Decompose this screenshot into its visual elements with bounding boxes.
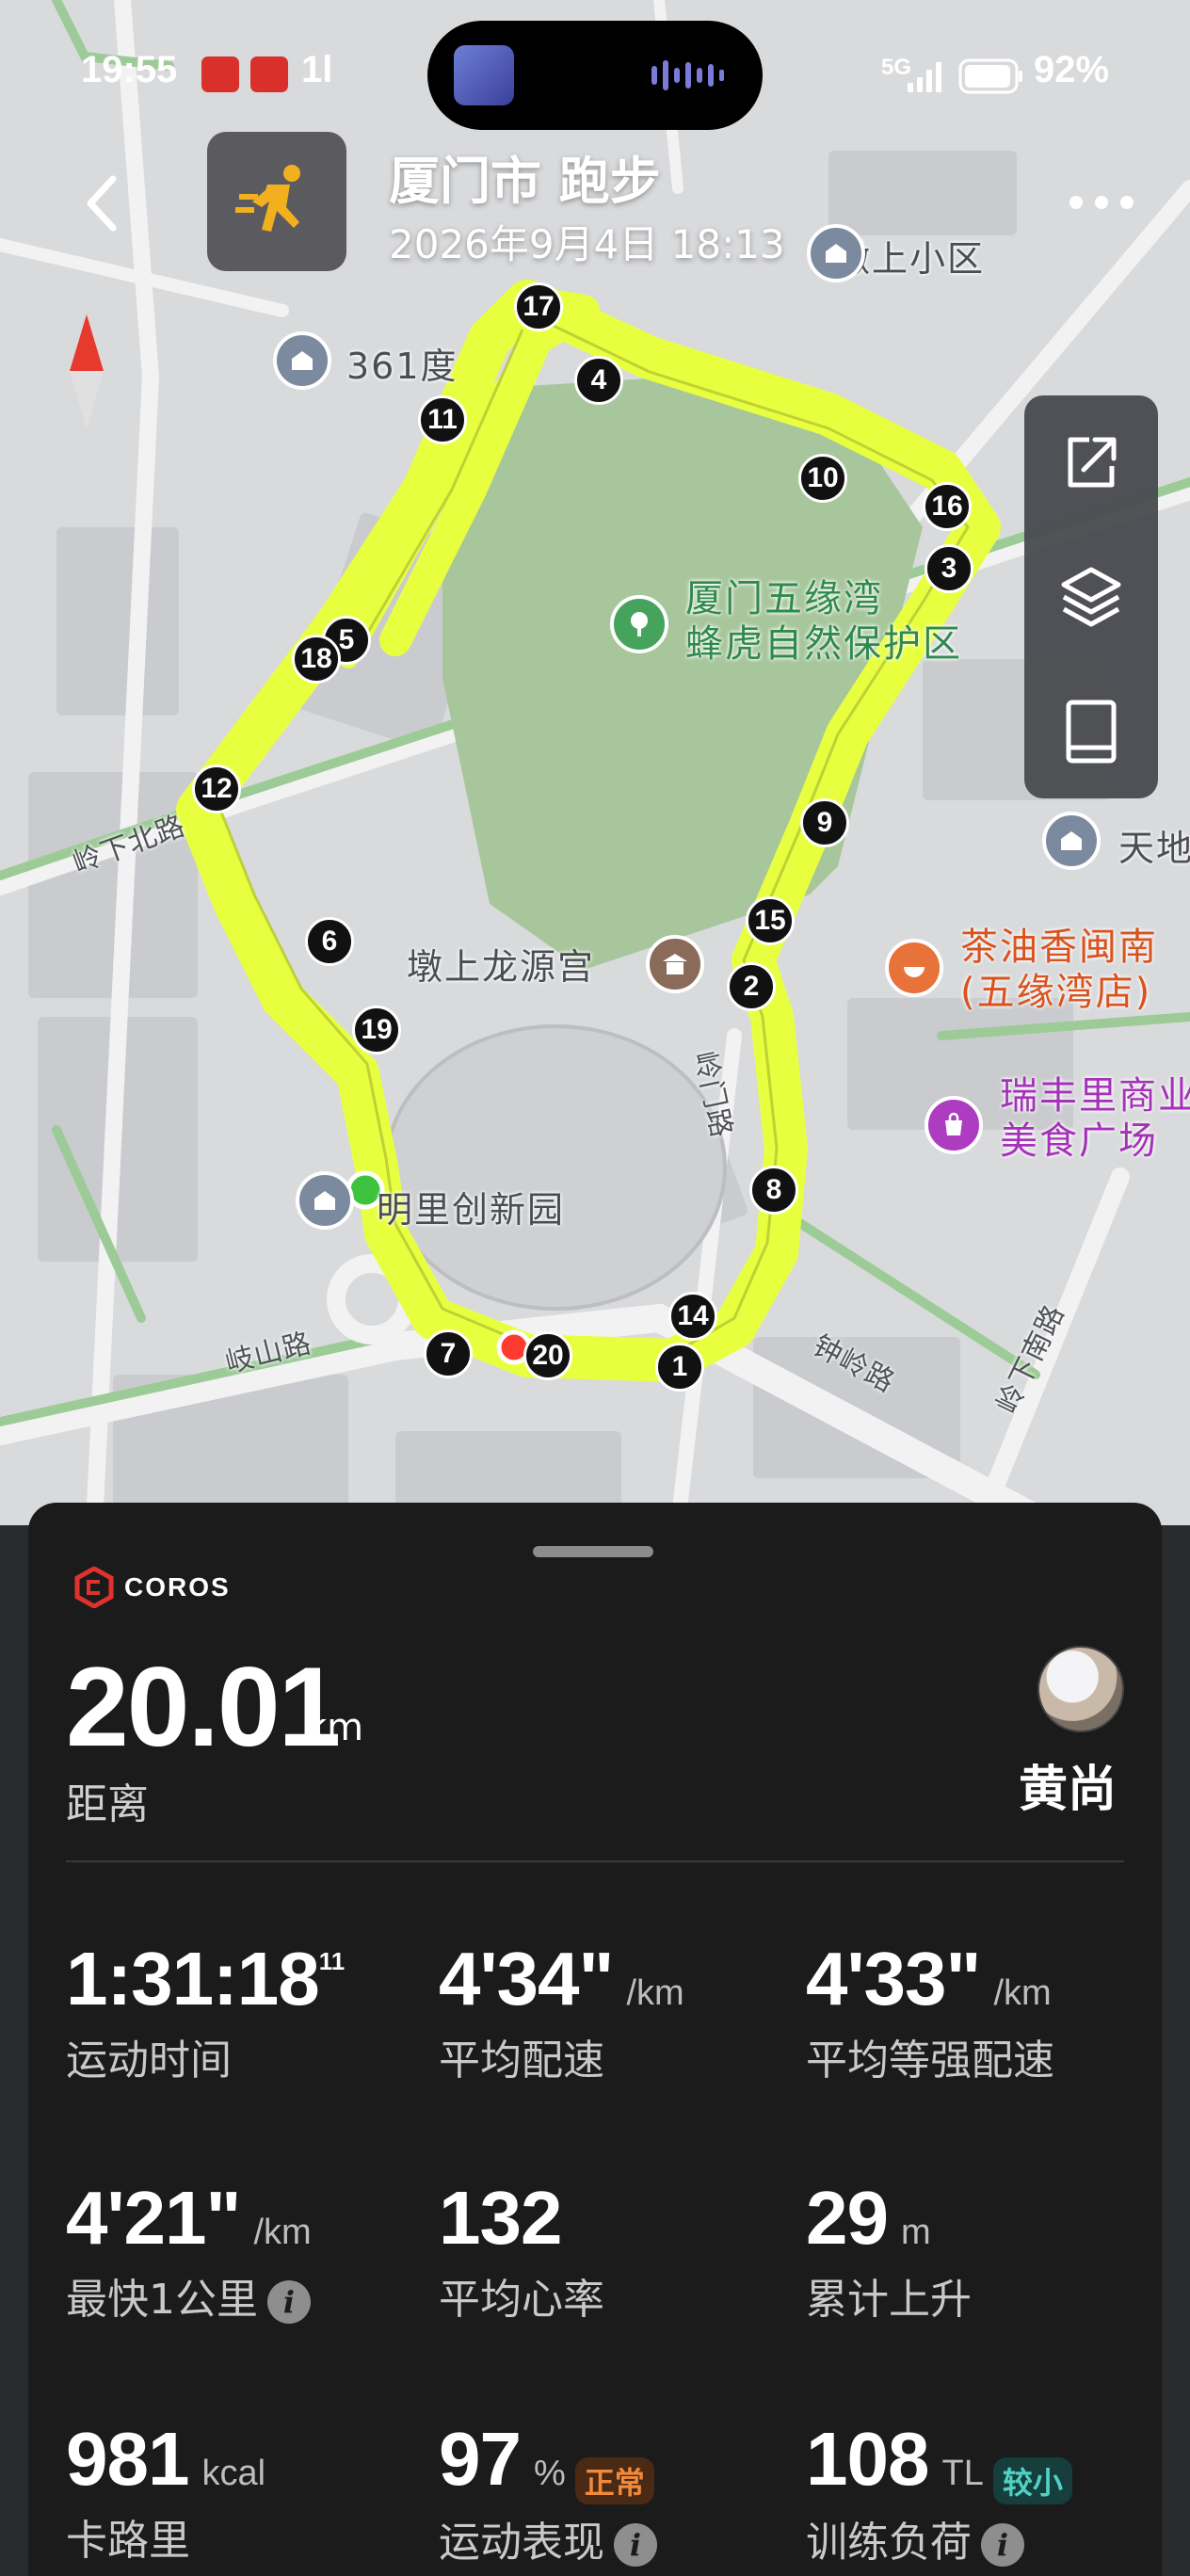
stat-avg-effort-pace: 4'33"/km 平均等强配速 <box>806 1937 1054 2085</box>
status-badge: 较小 <box>992 2456 1072 2504</box>
map-label-longyuangong: 墩上龙源宫 <box>407 946 596 988</box>
building-icon <box>296 1171 354 1230</box>
back-button[interactable] <box>68 166 136 241</box>
km-marker: 1 <box>655 1343 704 1392</box>
community-icon <box>807 224 865 282</box>
status-battery: 92% <box>1034 49 1110 90</box>
km-marker: 12 <box>192 765 241 813</box>
map-label-361: 361度 <box>346 346 458 387</box>
map-label-chayou: 茶油香闽南 (五缘湾店) <box>960 926 1158 1014</box>
stat-duration: 1:31:1811 运动时间 <box>66 1937 346 2085</box>
user-name: 黄尚 <box>1019 1762 1118 1818</box>
km-marker: 9 <box>800 798 849 847</box>
notification-icon <box>201 56 239 92</box>
cellular-signal-icon <box>908 62 941 92</box>
status-badge: 正常 <box>574 2456 654 2504</box>
map-label-tiandi: 天地 <box>1118 828 1190 869</box>
activity-summary-sheet[interactable]: COROS 20.01 km 距离 黄尚 1:31:1811 运动时间 4'34… <box>28 1503 1162 2576</box>
running-icon <box>235 165 300 232</box>
layers-icon <box>1061 567 1121 627</box>
km-marker: 6 <box>305 917 354 966</box>
activity-type-badge <box>207 132 346 271</box>
building-icon <box>273 331 331 390</box>
stat-elevation-gain: 29 m 累计上升 <box>806 2176 972 2324</box>
info-icon[interactable]: i <box>267 2280 311 2324</box>
shopping-icon <box>925 1096 983 1154</box>
book-icon <box>1066 700 1117 764</box>
map-layers-button[interactable] <box>1024 530 1158 664</box>
stat-fastest-km: 4'21"/km 最快1公里 i <box>66 2176 312 2324</box>
sheet-drag-handle[interactable] <box>533 1546 653 1557</box>
restaurant-icon <box>885 939 943 997</box>
km-marker: 14 <box>668 1292 717 1341</box>
chevron-left-icon <box>87 175 117 232</box>
status-signal-mark: 1l <box>301 49 333 90</box>
distance-label: 距离 <box>66 1780 149 1828</box>
media-artwork <box>454 45 514 105</box>
more-button[interactable] <box>1054 179 1149 226</box>
avatar[interactable] <box>1037 1646 1124 1732</box>
brand-logo: COROS <box>73 1567 231 1608</box>
km-marker: 20 <box>523 1331 572 1380</box>
km-marker: 10 <box>798 454 847 503</box>
audio-wave-icon <box>651 60 724 90</box>
dynamic-island <box>427 21 763 130</box>
page-title: 厦门市 跑步 <box>389 152 661 211</box>
stat-performance: 97% 正常 运动表现 i <box>439 2416 806 2568</box>
map-label-ruifeng: 瑞丰里商业 美食广场 <box>1000 1074 1190 1163</box>
map-tools-panel <box>1024 395 1158 798</box>
building-icon <box>1042 812 1101 870</box>
map-label-mingli: 明里创新园 <box>377 1189 566 1231</box>
stat-avg-pace: 4'34"/km 平均配速 <box>439 1937 684 2085</box>
status-time: 19:55 <box>81 49 178 90</box>
km-marker: 11 <box>418 395 467 444</box>
stat-avg-heart-rate: 132 平均心率 <box>439 2176 604 2324</box>
details-button[interactable] <box>1024 665 1158 798</box>
stat-training-load: 108 TL 较小 训练负荷 i <box>806 2416 1173 2568</box>
notification-icon <box>250 56 288 92</box>
coros-logo-icon <box>74 1567 114 1608</box>
km-marker: 2 <box>727 962 776 1011</box>
activity-date: 2026年9月4日 18:13 <box>389 221 785 267</box>
km-marker: 17 <box>514 282 563 331</box>
distance-value: 20.01 <box>66 1644 341 1770</box>
info-icon[interactable]: i <box>981 2522 1024 2567</box>
share-button[interactable] <box>1024 395 1158 529</box>
km-marker: 8 <box>749 1166 798 1215</box>
more-dots-icon <box>1069 196 1134 209</box>
km-marker: 18 <box>292 635 341 684</box>
km-marker: 4 <box>574 356 623 405</box>
km-marker: 7 <box>424 1329 473 1378</box>
stat-calories: 981 kcal 卡路里 <box>66 2417 266 2565</box>
battery-icon <box>958 58 1022 94</box>
compass-icon[interactable] <box>66 311 107 433</box>
share-icon <box>1068 437 1117 488</box>
info-icon[interactable]: i <box>614 2522 657 2567</box>
km-marker: 16 <box>923 482 972 531</box>
distance-unit: km <box>305 1706 364 1749</box>
km-marker: 15 <box>746 896 795 945</box>
divider <box>66 1860 1124 1862</box>
map-label-park: 厦门五缘湾 蜂虎自然保护区 <box>685 577 962 666</box>
park-icon <box>610 595 668 653</box>
km-marker: 19 <box>352 1006 401 1055</box>
temple-icon <box>646 935 704 993</box>
